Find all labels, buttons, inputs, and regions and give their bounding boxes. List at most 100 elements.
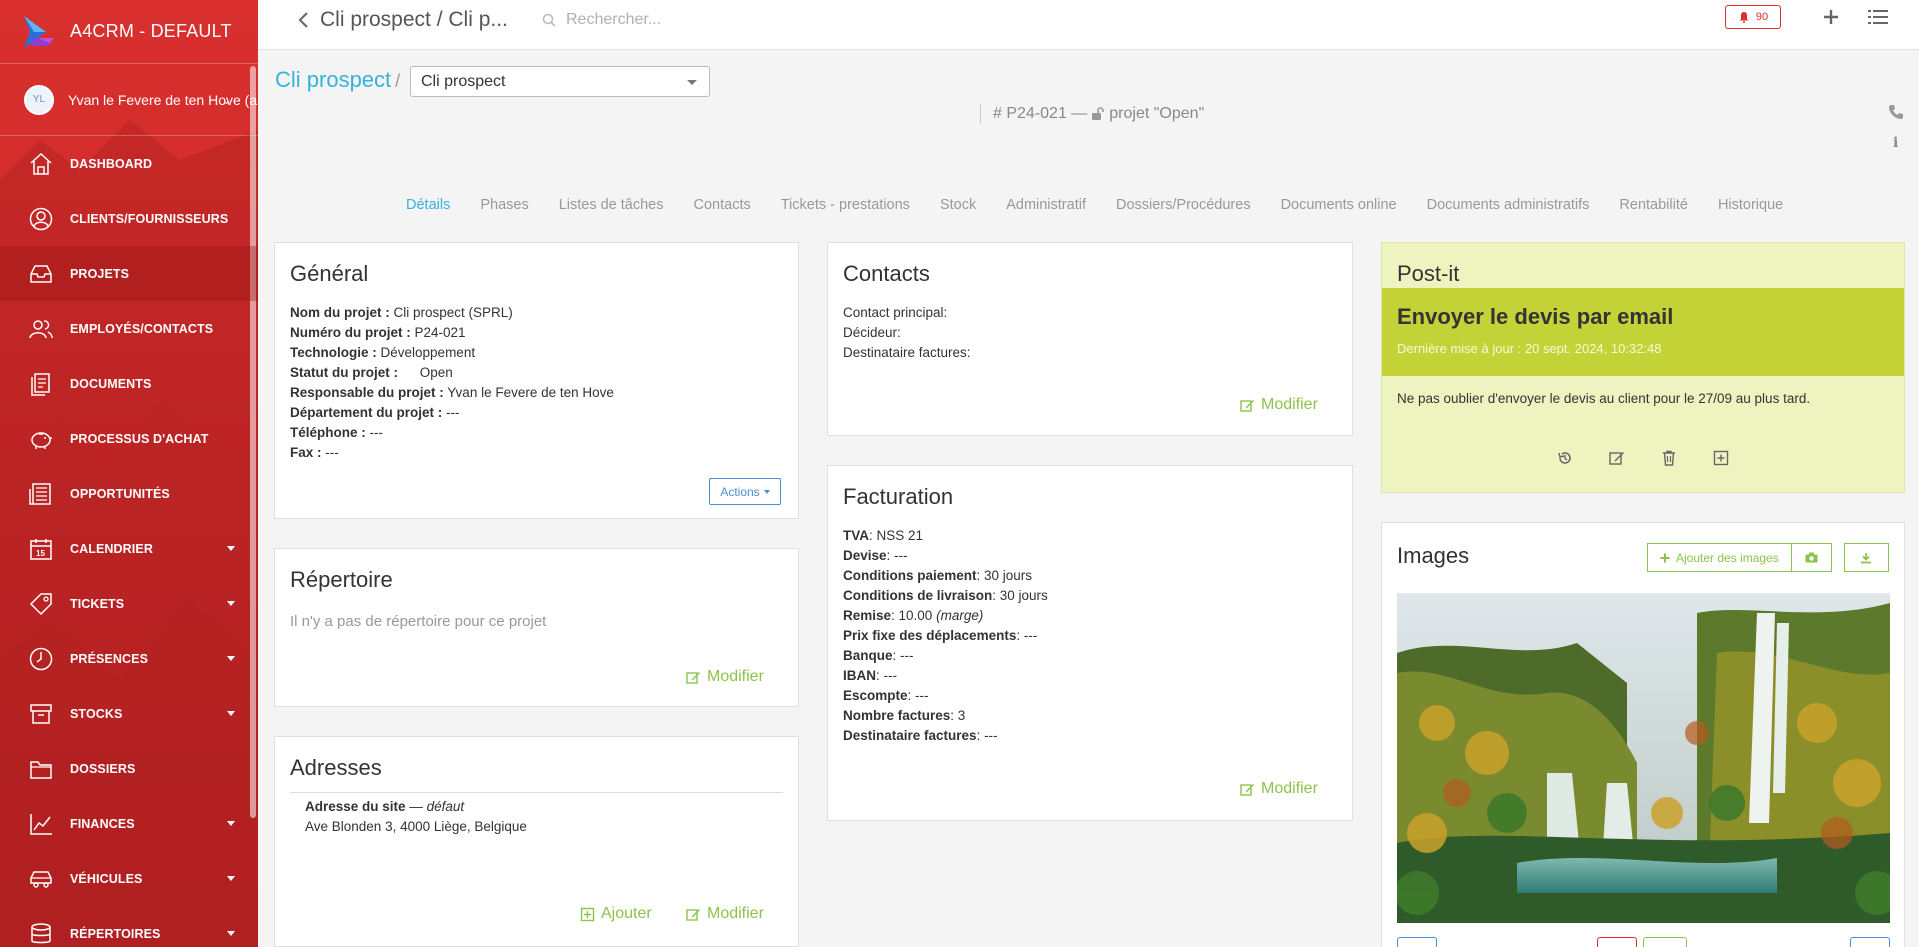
caret-down-icon	[227, 546, 235, 551]
plus-square-icon[interactable]	[1712, 449, 1730, 467]
plus-icon[interactable]	[1822, 8, 1840, 26]
camera-button[interactable]	[1791, 543, 1832, 572]
tab-documents-online[interactable]: Documents online	[1281, 197, 1397, 213]
general-row: Responsable du projet : Yvan le Fevere d…	[290, 383, 798, 403]
sidebar-item-r-pertoires[interactable]: RÉPERTOIRES	[0, 906, 258, 947]
brand[interactable]: A4CRM - DEFAULT	[0, 0, 258, 64]
tab-contacts[interactable]: Contacts	[694, 197, 751, 213]
image-delete-button[interactable]	[1597, 937, 1637, 947]
search-icon	[542, 13, 556, 27]
facturation-row-label: Remise	[843, 608, 892, 623]
facturation-modify-button[interactable]: Modifier	[1240, 780, 1318, 798]
contacts-modify-button[interactable]: Modifier	[1240, 396, 1318, 414]
sidebar-item-employ-s-contacts[interactable]: EMPLOYÉS/CONTACTS	[0, 301, 258, 356]
sidebar-item-tickets[interactable]: TICKETS	[0, 576, 258, 631]
phone-icon[interactable]	[1888, 104, 1904, 120]
sidebar-item-pr-sences[interactable]: PRÉSENCES	[0, 631, 258, 686]
facturation-row-extra: (marge)	[936, 608, 984, 623]
search-input[interactable]	[566, 8, 866, 32]
project-number: # P24-021 —	[993, 105, 1088, 122]
sidebar-item-processus-d-achat[interactable]: PROCESSUS D'ACHAT	[0, 411, 258, 466]
project-reference: # P24-021 — projet "Open"	[980, 104, 1204, 124]
sidebar-item-dashboard[interactable]: DASHBOARD	[0, 136, 258, 191]
sidebar-item-label: DOSSIERS	[70, 761, 136, 776]
actions-button[interactable]: Actions	[709, 478, 781, 505]
facturation-row: IBAN: ---	[843, 666, 1352, 686]
tab-details[interactable]: Détails	[406, 197, 450, 213]
facturation-card: Facturation TVA: NSS 21 Devise: --- Condit…	[827, 465, 1353, 821]
topbar: Cli prospect / Cli p... 90	[258, 0, 1919, 50]
facturation-row: Conditions paiement: 30 jours	[843, 566, 1352, 586]
edit-icon	[1240, 783, 1254, 796]
tab-tickets-prestations[interactable]: Tickets - prestations	[781, 197, 910, 213]
sidebar-item-v-hicules[interactable]: VÉHICULES	[0, 851, 258, 906]
edit-icon	[686, 671, 700, 684]
notification-count: 90	[1755, 11, 1769, 23]
sidebar-item-stocks[interactable]: STOCKS	[0, 686, 258, 741]
tab-listes-de-taches[interactable]: Listes de tâches	[559, 197, 664, 213]
tab-phases[interactable]: Phases	[480, 197, 528, 213]
sidebar-item-label: CLIENTS/FOURNISSEURS	[70, 211, 229, 226]
a4crm-logo-icon	[24, 15, 54, 48]
facturation-row-label: Nombre factures	[843, 708, 951, 723]
tab-dossiers-procedures[interactable]: Dossiers/Procédures	[1116, 197, 1251, 213]
waterfall-photo[interactable]	[1397, 593, 1890, 923]
project-select[interactable]: Cli prospect	[410, 66, 710, 97]
download-button[interactable]	[1843, 543, 1889, 572]
address-modify-button[interactable]: Modifier	[686, 905, 764, 923]
svg-text:15: 15	[36, 549, 46, 558]
edit-icon[interactable]	[1608, 449, 1626, 467]
back-arrow-icon[interactable]	[294, 10, 314, 30]
facturation-row-value: : ---	[892, 648, 914, 663]
info-icon[interactable]: i	[1893, 135, 1901, 151]
address-add-button[interactable]: Ajouter	[580, 905, 652, 923]
sidebar-item-opportunit-s[interactable]: OPPORTUNITÉS	[0, 466, 258, 521]
image-prev-button[interactable]	[1397, 937, 1437, 947]
inbox-icon	[30, 264, 52, 283]
sidebar-item-projets[interactable]: PROJETS	[0, 246, 258, 301]
add-images-button[interactable]: Ajouter des images	[1647, 543, 1792, 572]
breadcrumb-root[interactable]: Cli prospect	[275, 67, 391, 92]
notifications-button[interactable]: 90	[1725, 5, 1781, 29]
tag-icon	[29, 592, 52, 615]
sidebar-item-finances[interactable]: FINANCES	[0, 796, 258, 851]
user-menu[interactable]: YL Yvan le Fevere de ten Hove (a ⌄	[0, 64, 258, 136]
list-icon[interactable]	[1868, 8, 1888, 26]
facturation-row-value: : ---	[907, 688, 929, 703]
tab-historique[interactable]: Historique	[1718, 197, 1783, 213]
tab-stock[interactable]: Stock	[940, 197, 976, 213]
repertoire-modify-button[interactable]: Modifier	[686, 668, 764, 686]
sidebar-item-calendrier[interactable]: 15 CALENDRIER	[0, 521, 258, 576]
caret-down-icon	[227, 711, 235, 716]
sidebar-item-documents[interactable]: DOCUMENTS	[0, 356, 258, 411]
facturation-row-label: Escompte	[843, 688, 908, 703]
facturation-row: Nombre factures: 3	[843, 706, 1352, 726]
trash-icon[interactable]	[1660, 449, 1678, 467]
facturation-row-value: : 30 jours	[976, 568, 1033, 583]
image-edit-button[interactable]	[1643, 937, 1687, 947]
sidebar-item-label: PRÉSENCES	[70, 651, 149, 666]
documents-icon	[31, 372, 50, 396]
sidebar-item-label: PROCESSUS D'ACHAT	[70, 431, 209, 446]
tab-documents-administratifs[interactable]: Documents administratifs	[1427, 197, 1590, 213]
postit-note-title: Envoyer le devis par email	[1397, 304, 1674, 329]
facturation-row: Banque: ---	[843, 646, 1352, 666]
sidebar-item-clients-fournisseurs[interactable]: CLIENTS/FOURNISSEURS	[0, 191, 258, 246]
users-icon	[29, 319, 53, 338]
sidebar-item-label: VÉHICULES	[70, 871, 143, 886]
facturation-row-label: TVA	[843, 528, 869, 543]
sidebar-item-label: CALENDRIER	[70, 541, 153, 556]
page-title: Cli prospect / Cli p...	[320, 8, 508, 31]
images-card: Images Ajouter des images	[1381, 522, 1905, 947]
sidebar-item-dossiers[interactable]: DOSSIERS	[0, 741, 258, 796]
sidebar-item-label: PROJETS	[70, 266, 130, 281]
history-icon[interactable]	[1556, 449, 1574, 467]
tab-rentabilite[interactable]: Rentabilité	[1619, 197, 1688, 213]
contacts-row: Décideur:	[843, 325, 901, 340]
tab-administratif[interactable]: Administratif	[1006, 197, 1086, 213]
download-icon	[1861, 552, 1872, 563]
facturation-row-label: IBAN	[843, 668, 876, 683]
general-row-value: Cli prospect (SPRL)	[393, 305, 513, 320]
image-next-button[interactable]	[1850, 937, 1890, 947]
facturation-row-label: Destinataire factures	[843, 728, 977, 743]
